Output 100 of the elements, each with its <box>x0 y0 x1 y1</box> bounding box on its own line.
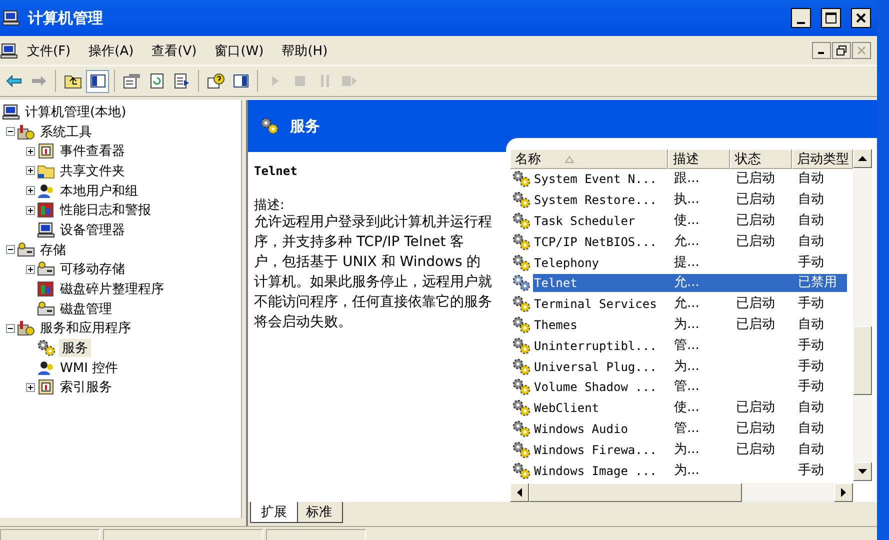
table-cell-text: 已启动 <box>735 191 775 210</box>
tree-item[interactable]: 磁盘碎片整理程序 <box>57 280 167 298</box>
tree-item[interactable]: 共享文件夹 <box>57 162 128 180</box>
log-viewer-icon <box>37 143 55 160</box>
table-cell-text: 跟... <box>673 170 700 188</box>
service-name-cell-text: System Restore... <box>533 192 658 210</box>
close-button[interactable] <box>851 8 871 28</box>
tree-item[interactable]: 计算机管理(本地) <box>22 102 130 121</box>
gears-icon <box>512 191 532 210</box>
table-row[interactable]: Task Scheduler 使... 已启动 自动 <box>533 212 847 230</box>
gears-icon <box>512 254 532 272</box>
properties-icon <box>122 73 140 89</box>
tree-item[interactable]: WMI 控件 <box>57 358 122 377</box>
scroll-right-arrow-icon <box>841 488 846 497</box>
vertical-scrollbar[interactable] <box>853 149 872 481</box>
view-tab[interactable]: 标准 <box>295 502 343 523</box>
disk-drive-icon <box>17 242 35 258</box>
tree-item[interactable]: 设备管理器 <box>57 220 128 239</box>
gears-icon <box>512 420 532 438</box>
tree-item[interactable]: 可移动存储 <box>57 260 128 278</box>
chart-icon <box>37 202 55 218</box>
service-name-cell-text: System Event N... <box>533 171 658 188</box>
maximize-icon <box>825 12 837 24</box>
service-name-cell-text: Windows Image ... <box>533 462 658 480</box>
gears-icon <box>512 170 532 188</box>
table-cell-text: 自动 <box>797 316 824 334</box>
tree-item[interactable]: 服务和应用程序 <box>37 319 134 338</box>
stop-icon <box>294 76 304 86</box>
menu-item[interactable]: 文件(F) <box>18 40 80 62</box>
minimize-button[interactable] <box>812 42 831 59</box>
table-row[interactable]: Windows Firewa... 为... 已启动 自动 <box>533 440 847 459</box>
column-header[interactable]: 描述 <box>668 149 730 169</box>
expand-toggle[interactable] <box>26 146 35 156</box>
table-cell-text: 使... <box>673 399 700 418</box>
table-row[interactable]: Windows Image ... 为... 手动 <box>533 462 847 480</box>
table-cell-text: 已启动 <box>735 295 775 314</box>
table-row[interactable]: Uninterruptibl... 管... 手动 <box>533 336 847 355</box>
description-text: 允许远程用户登录到此计算机并运行程序，并支持多种 TCP/IP Telnet 客户，包括基于 UNIX 和 Windows 的计算机。如果此服务停止，远程用户就不能访问程序，任何直接依靠它的服务将会启动失败。 <box>254 213 492 332</box>
table-row[interactable]: Telephony 提... 手动 <box>533 254 847 272</box>
table-row[interactable]: Volume Shadow ... 管... 手动 <box>533 378 847 396</box>
back-arrow-icon <box>6 75 22 87</box>
service-name-cell-text: Telnet <box>533 275 578 292</box>
play-icon <box>270 75 280 87</box>
table-cell-text: 已启动 <box>735 170 775 188</box>
view-tab[interactable]: 扩展 <box>250 502 298 523</box>
table-cell-text: 自动 <box>797 170 824 188</box>
menu-item[interactable]: 窗口(W) <box>206 40 273 62</box>
users-icon <box>37 182 55 199</box>
scroll-thumb[interactable] <box>853 326 872 396</box>
table-row[interactable]: Themes 为... 已启动 自动 <box>533 316 847 334</box>
tree-item[interactable]: 服务 <box>59 339 91 358</box>
table-cell-text: 已启动 <box>735 232 775 251</box>
expand-toggle[interactable] <box>6 324 15 333</box>
maximize-button[interactable] <box>821 8 841 28</box>
sort-arrow-icon <box>565 156 574 162</box>
table-cell-text: 允... <box>673 274 700 292</box>
menu-item[interactable]: 操作(A) <box>80 40 143 62</box>
table-row[interactable]: System Restore... 执... 已启动 自动 <box>533 191 847 210</box>
tree-item[interactable]: 系统工具 <box>37 122 95 141</box>
minimize-button[interactable] <box>791 8 811 28</box>
table-row[interactable]: TCP/IP NetBIOS... 允... 已启动 自动 <box>533 232 847 251</box>
toolbar-button[interactable] <box>86 70 109 92</box>
tree-item[interactable]: 索引服务 <box>57 378 115 396</box>
expand-toggle[interactable] <box>6 245 15 254</box>
table-cell-text: 管... <box>673 420 700 438</box>
table-cell-text: 手动 <box>797 295 824 314</box>
restore-button[interactable] <box>832 42 851 59</box>
gears-icon <box>512 462 532 480</box>
tree-item[interactable]: 磁盘管理 <box>57 300 115 318</box>
scroll-thumb[interactable] <box>529 483 742 502</box>
expand-toggle[interactable] <box>26 186 35 196</box>
tree-item[interactable]: 本地用户和组 <box>57 182 141 200</box>
column-header[interactable]: 状态 <box>730 149 792 169</box>
computer-icon <box>2 104 20 120</box>
expand-toggle[interactable] <box>6 127 15 136</box>
table-cell-text: 已启动 <box>735 420 775 438</box>
expand-toggle[interactable] <box>26 264 35 274</box>
expand-toggle[interactable] <box>26 382 35 392</box>
expand-toggle[interactable] <box>26 206 35 215</box>
table-row[interactable]: WebClient 使... 已启动 自动 <box>533 399 847 418</box>
expand-toggle[interactable] <box>26 166 35 176</box>
table-row[interactable]: Telnet 允... 已禁用 <box>533 274 847 292</box>
column-header[interactable]: 名称 <box>510 149 668 169</box>
table-cell-text: 为... <box>673 316 700 334</box>
table-cell-text: 手动 <box>797 358 824 376</box>
tree-item[interactable]: 事件查看器 <box>57 142 128 160</box>
table-row[interactable]: Universal Plug... 为... 手动 <box>533 358 847 376</box>
column-header[interactable]: 启动类型 <box>792 149 853 169</box>
tree-item[interactable]: 性能日志和警报 <box>57 201 154 220</box>
tree-item[interactable]: 存储 <box>37 240 69 259</box>
menu-item[interactable]: 查看(V) <box>142 40 206 62</box>
table-cell-text: 已启动 <box>735 440 775 459</box>
menu-item[interactable]: 帮助(H) <box>272 40 337 62</box>
pause-icon <box>320 75 330 87</box>
table-row[interactable]: Terminal Services 允... 已启动 手动 <box>533 295 847 314</box>
close-icon <box>857 46 866 55</box>
table-row[interactable]: Windows Audio 管... 已启动 自动 <box>533 420 847 438</box>
horizontal-scrollbar[interactable] <box>510 483 853 502</box>
restart-icon <box>342 76 358 86</box>
table-row[interactable]: System Event N... 跟... 已启动 自动 <box>533 170 847 188</box>
